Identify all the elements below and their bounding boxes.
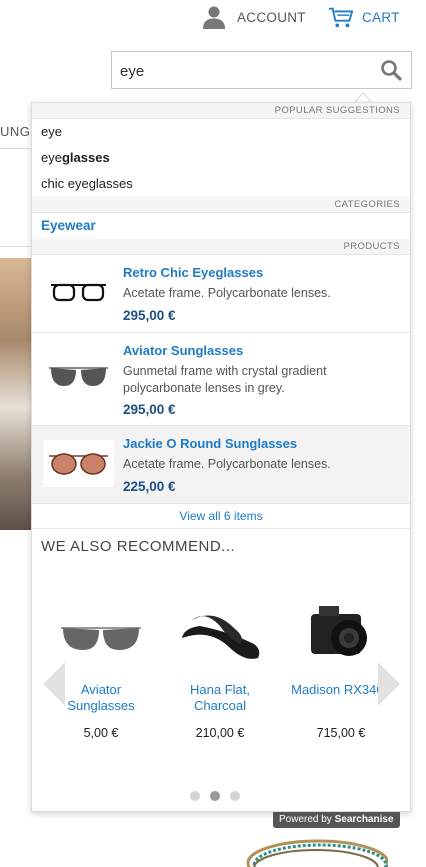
search-box	[111, 51, 412, 89]
recommendation-image	[311, 606, 367, 656]
product-description: Acetate frame. Polycarbonate lenses.	[123, 286, 331, 300]
product-title[interactable]: Aviator Sunglasses	[123, 343, 243, 358]
page: ACCOUNT CART UNGE POPULAR SUGGESTIONS ey…	[0, 0, 426, 867]
background-model-image	[0, 258, 32, 530]
recommendation-price: 210,00 €	[195, 726, 245, 740]
recommendation-name[interactable]: Aviator Sunglasses	[51, 682, 151, 714]
recommendation-price: 5,00 €	[83, 726, 119, 740]
suggestion-item[interactable]: chic eyeglasses	[32, 171, 410, 197]
search-icon[interactable]	[379, 58, 403, 82]
carousel-pagination	[190, 791, 240, 801]
product-description: Gunmetal frame with crystal gradient pol…	[123, 364, 327, 395]
product-item[interactable]: Retro Chic Eyeglasses Acetate frame. Pol…	[32, 255, 410, 333]
categories-heading: CATEGORIES	[32, 197, 410, 213]
user-icon	[203, 6, 225, 29]
product-price: 225,00 €	[123, 479, 176, 494]
suggestion-item[interactable]: eyeglasses	[32, 145, 410, 171]
product-thumbnail	[43, 353, 114, 400]
products-heading: PRODUCTS	[32, 239, 410, 255]
cart-icon	[328, 7, 354, 28]
product-item[interactable]: Aviator Sunglasses Gunmetal frame with c…	[32, 333, 410, 426]
product-title[interactable]: Retro Chic Eyeglasses	[123, 265, 263, 280]
cart-label: CART	[362, 9, 400, 25]
product-description: Acetate frame. Polycarbonate lenses.	[123, 457, 331, 471]
product-item[interactable]: Jackie O Round Sunglasses Acetate frame.…	[32, 426, 410, 504]
category-item-eyewear[interactable]: Eyewear	[32, 213, 410, 239]
recommend-heading: WE ALSO RECOMMEND...	[41, 538, 236, 555]
carousel-dot[interactable]	[230, 791, 240, 801]
search-autocomplete-dropdown: POPULAR SUGGESTIONS eye eyeglasses chic …	[31, 102, 411, 812]
recommendation-item[interactable]: Hana Flat, Charcoal 210,00 €	[170, 598, 270, 740]
account-label: ACCOUNT	[237, 9, 306, 25]
view-all-link[interactable]: View all 6 items	[32, 504, 410, 529]
cart-link[interactable]: CART	[328, 4, 400, 30]
carousel-next-arrow-icon[interactable]	[376, 660, 402, 708]
recommendation-price: 715,00 €	[316, 726, 366, 740]
background-divider	[0, 246, 32, 247]
account-link[interactable]: ACCOUNT	[201, 4, 306, 30]
background-divider	[0, 148, 32, 149]
carousel-dot[interactable]	[190, 791, 200, 801]
carousel-dot-active[interactable]	[210, 791, 220, 801]
recommendation-image	[182, 615, 260, 659]
product-price: 295,00 €	[123, 402, 176, 417]
product-title[interactable]: Jackie O Round Sunglasses	[123, 436, 297, 451]
recommendation-name[interactable]: Hana Flat, Charcoal	[170, 682, 270, 714]
popular-suggestions-heading: POPULAR SUGGESTIONS	[32, 103, 410, 119]
product-thumbnail	[43, 269, 114, 316]
recommendation-image	[61, 627, 141, 650]
recommendation-item[interactable]: Aviator Sunglasses 5,00 €	[51, 598, 151, 740]
product-thumbnail	[43, 440, 114, 487]
search-input[interactable]	[120, 58, 370, 84]
powered-by-badge[interactable]: Powered by Searchanise	[273, 812, 400, 828]
product-price: 295,00 €	[123, 308, 176, 323]
suggestion-item[interactable]: eye	[32, 119, 410, 145]
